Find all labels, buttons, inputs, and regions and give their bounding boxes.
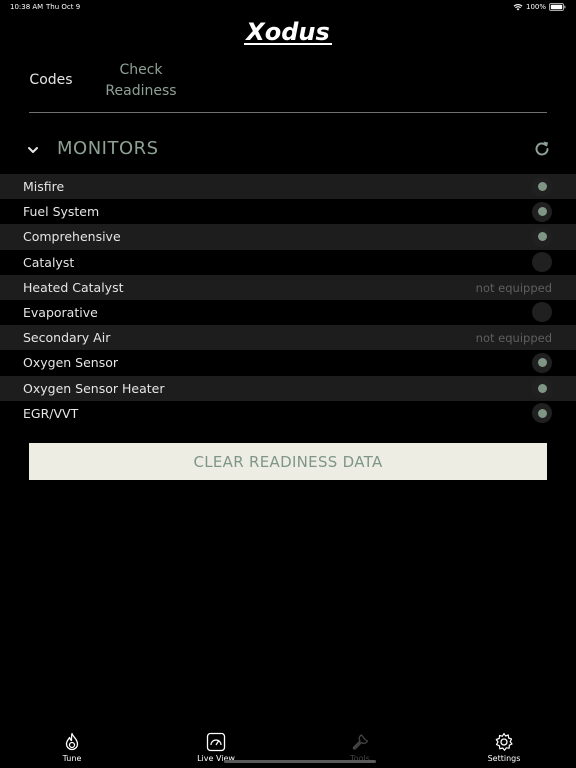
battery-percent: 100% [525, 3, 546, 11]
list-item: Misfire [0, 174, 576, 200]
xodus-logo: Xodus [238, 16, 338, 48]
tab-codes-label: Codes [29, 72, 73, 88]
monitor-list: Misfire Fuel System Comprehensive Cataly… [0, 174, 576, 426]
list-item: EGR/VVT [0, 401, 576, 426]
gauge-icon [176, 732, 256, 752]
tab-divider [29, 112, 547, 113]
tab-check-readiness[interactable]: Check Readiness [92, 60, 190, 102]
monitor-label: Oxygen Sensor [23, 355, 119, 371]
monitors-section-header: MONITORS [0, 130, 576, 168]
tab-check-readiness-line2: Readiness [105, 83, 177, 99]
status-indicator [532, 201, 552, 222]
list-item: Fuel System [0, 199, 576, 224]
status-indicator [532, 226, 552, 247]
status-bar: 10:38 AM Thu Oct 9 100% [0, 0, 576, 14]
monitor-label: Secondary Air [23, 330, 111, 346]
list-item: Secondary Air not equipped [0, 325, 576, 351]
tab-tune-label: Tune [62, 754, 82, 763]
monitor-label: Evaporative [23, 304, 98, 320]
clear-readiness-button[interactable]: CLEAR READINESS DATA [29, 443, 547, 480]
monitor-label: EGR/VVT [23, 405, 79, 421]
status-indicator [532, 176, 552, 197]
monitor-label: Catalyst [23, 254, 75, 270]
logo-text: Xodus [244, 18, 330, 46]
not-equipped-text: not equipped [475, 331, 552, 346]
tab-tune[interactable]: Tune [32, 732, 112, 763]
status-time: 10:38 AM [10, 3, 44, 11]
home-indicator [224, 760, 376, 763]
list-item: Evaporative [0, 300, 576, 325]
gear-icon [464, 732, 544, 752]
monitor-label: Misfire [23, 179, 65, 194]
wifi-icon [513, 3, 523, 11]
status-indicator [532, 352, 552, 373]
battery-icon [549, 3, 566, 11]
tab-tools[interactable]: Tools [320, 732, 400, 763]
tab-settings[interactable]: Settings [464, 732, 544, 763]
status-indicators: 100% [513, 3, 566, 11]
tab-live-view[interactable]: Live View [176, 732, 256, 763]
status-indicator [532, 403, 552, 424]
monitors-title: MONITORS [57, 138, 159, 159]
flame-icon [32, 732, 112, 752]
monitor-label: Fuel System [23, 204, 100, 220]
status-date: Thu Oct 9 [46, 3, 81, 11]
monitor-label: Oxygen Sensor Heater [23, 380, 165, 396]
list-item: Catalyst [0, 250, 576, 275]
status-indicator [532, 252, 552, 273]
tab-check-readiness-line1: Check [119, 62, 163, 78]
status-indicator [532, 302, 552, 323]
not-equipped-text: not equipped [475, 280, 552, 295]
wrench-icon [320, 732, 400, 752]
list-item: Oxygen Sensor Heater [0, 375, 576, 401]
chevron-down-icon[interactable] [26, 142, 40, 156]
tab-codes[interactable]: Codes [22, 72, 80, 88]
refresh-icon[interactable] [532, 139, 552, 159]
status-indicator [532, 378, 552, 398]
tab-settings-label: Settings [487, 754, 521, 763]
monitor-label: Heated Catalyst [23, 279, 124, 295]
list-item: Comprehensive [0, 224, 576, 250]
monitor-label: Comprehensive [23, 229, 121, 245]
list-item: Oxygen Sensor [0, 350, 576, 375]
list-item: Heated Catalyst not equipped [0, 274, 576, 300]
